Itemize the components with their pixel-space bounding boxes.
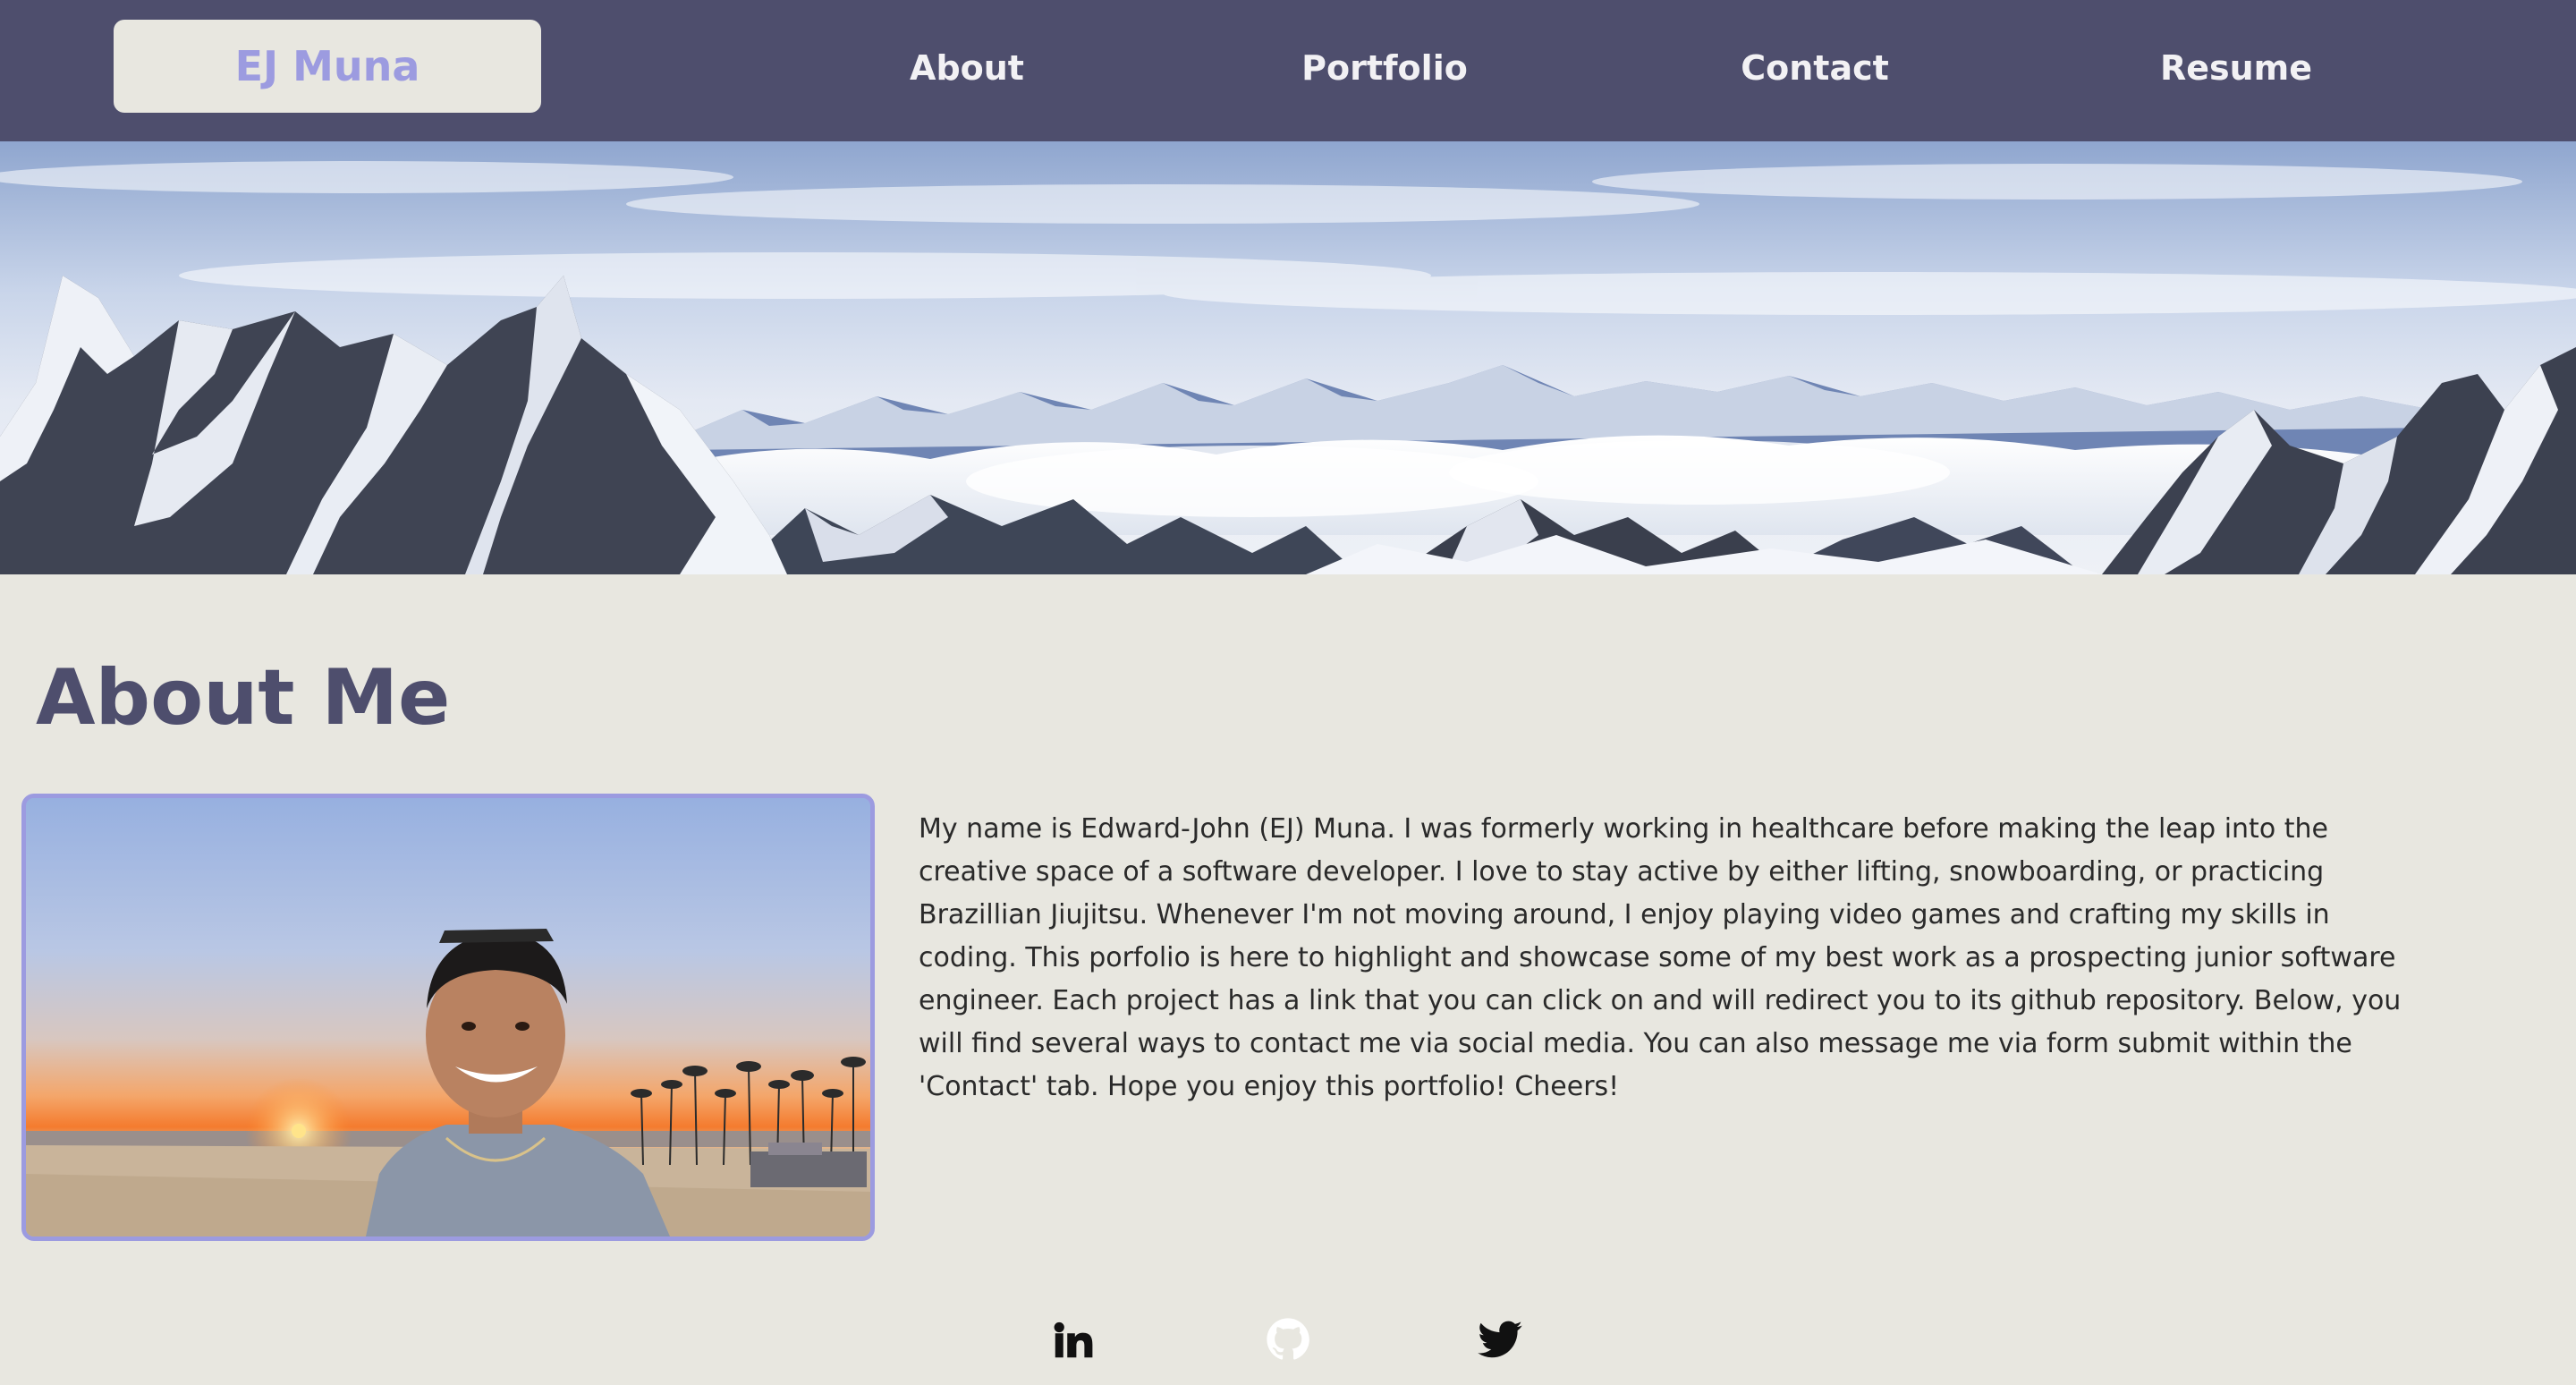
about-title: About Me	[36, 653, 451, 743]
hero-banner-image	[0, 141, 2576, 574]
profile-photo	[21, 794, 875, 1241]
nav-link-contact[interactable]: Contact	[1741, 41, 1889, 95]
nav-link-portfolio[interactable]: Portfolio	[1301, 41, 1468, 95]
nav-link-about[interactable]: About	[910, 41, 1024, 95]
github-icon[interactable]	[1257, 1308, 1319, 1371]
top-navbar: EJ Muna About Portfolio Contact Resume	[0, 0, 2576, 141]
twitter-icon[interactable]	[1469, 1308, 1531, 1371]
nav-link-resume[interactable]: Resume	[2160, 41, 2312, 95]
about-bio-text: My name is Edward-John (EJ) Muna. I was …	[919, 813, 2402, 1102]
brand-logo-button[interactable]: EJ Muna	[114, 20, 541, 113]
linkedin-icon[interactable]	[1042, 1308, 1105, 1371]
